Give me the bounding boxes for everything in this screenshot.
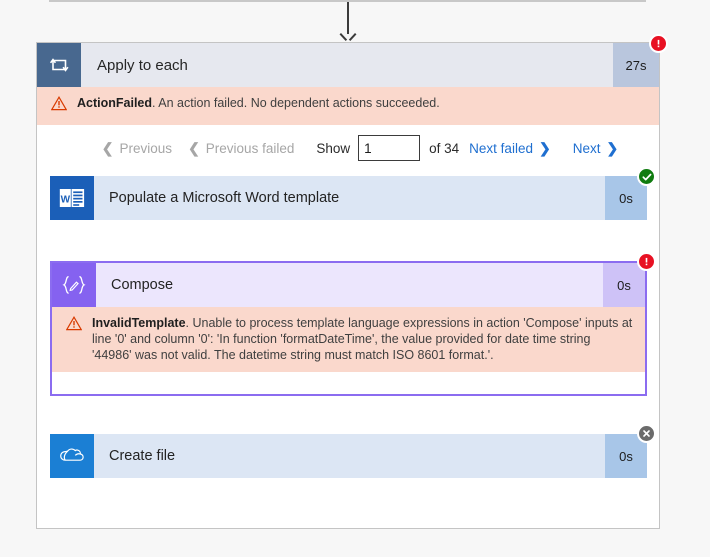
previous-failed-label: Previous failed xyxy=(205,140,295,156)
next-failed-label: Next failed xyxy=(469,140,533,156)
apply-to-each-header[interactable]: Apply to each 27s xyxy=(37,34,668,87)
error-message: . An action failed. No dependent actions… xyxy=(152,96,440,110)
warning-triangle-icon xyxy=(65,316,83,336)
compose-card-footer xyxy=(52,372,645,394)
action-card-body[interactable]: Create file 0s xyxy=(50,434,647,478)
apply-to-each-error-banner: ActionFailed. An action failed. No depen… xyxy=(37,87,659,125)
next-failed-button[interactable]: Next failed ❯ xyxy=(469,141,551,156)
onedrive-cloud-icon xyxy=(50,434,94,478)
word-document-icon: W xyxy=(50,176,94,220)
compose-error-banner: InvalidTemplate. Unable to process templ… xyxy=(52,307,645,372)
compose-braces-glyph xyxy=(62,275,86,294)
action-card-body[interactable]: W Populate a Microsoft Word template 0s xyxy=(50,176,647,220)
show-label: Show xyxy=(316,140,351,156)
warning-triangle-icon xyxy=(50,96,68,116)
check-circle-icon xyxy=(637,167,656,186)
connector-line xyxy=(347,2,349,34)
action-card-compose[interactable]: Compose 0s InvalidTemplate. Unable to pr… xyxy=(50,252,656,396)
chevron-right-icon: ❯ xyxy=(606,140,619,156)
error-code: ActionFailed xyxy=(77,96,153,110)
chevron-left-icon: ❮ xyxy=(188,140,200,156)
compose-braces-icon xyxy=(52,263,96,307)
error-code: InvalidTemplate xyxy=(92,316,186,330)
exclamation-glyph xyxy=(657,39,660,48)
onedrive-cloud-glyph xyxy=(60,448,84,461)
error-circle-icon xyxy=(649,34,668,53)
loop-icon xyxy=(37,43,81,87)
apply-to-each-scope-card[interactable]: Apply to each 27s ActionFailed. An actio… xyxy=(36,34,668,529)
x-glyph xyxy=(643,430,650,437)
previous-button[interactable]: ❮ Previous xyxy=(102,141,172,156)
arrowhead-icon xyxy=(342,33,355,42)
next-button[interactable]: Next ❯ xyxy=(573,141,619,156)
compose-error-text: InvalidTemplate. Unable to process templ… xyxy=(92,315,633,363)
chevron-right-icon: ❯ xyxy=(538,140,551,156)
action-duration: 0s xyxy=(603,263,645,307)
chevron-left-icon: ❮ xyxy=(101,140,114,156)
error-circle-icon xyxy=(637,252,656,271)
next-label: Next xyxy=(572,140,601,156)
connector-arrow-top xyxy=(338,2,358,42)
action-card-create-file[interactable]: Create file 0s xyxy=(50,424,656,478)
run-history-canvas: Apply to each 27s ActionFailed. An actio… xyxy=(0,0,710,557)
previous-failed-button[interactable]: ❮ Previous failed xyxy=(188,141,294,156)
action-card-body[interactable]: Compose 0s xyxy=(52,263,645,307)
warning-triangle-glyph xyxy=(50,96,68,111)
previous-label: Previous xyxy=(119,140,173,156)
loop-icon-glyph xyxy=(49,58,69,72)
apply-to-each-title: Apply to each xyxy=(97,56,188,74)
total-pages-label: of 34 xyxy=(429,140,460,156)
action-title: Create file xyxy=(109,448,176,464)
check-glyph xyxy=(641,173,651,180)
warning-triangle-glyph xyxy=(65,316,83,331)
action-title: Compose xyxy=(111,277,174,293)
word-document-glyph: W xyxy=(59,189,85,207)
cancel-circle-icon xyxy=(637,424,656,443)
iteration-pagination[interactable]: ❮ Previous ❮ Previous failed Show of 34 … xyxy=(37,125,659,171)
page-number-input[interactable] xyxy=(358,135,421,161)
svg-text:W: W xyxy=(61,194,71,205)
apply-to-each-error-text: ActionFailed. An action failed. No depen… xyxy=(77,95,440,111)
action-card-populate-word-template[interactable]: W Populate a Microsoft Word template 0s xyxy=(50,167,656,220)
exclamation-glyph xyxy=(645,257,648,266)
action-title: Populate a Microsoft Word template xyxy=(109,190,340,206)
